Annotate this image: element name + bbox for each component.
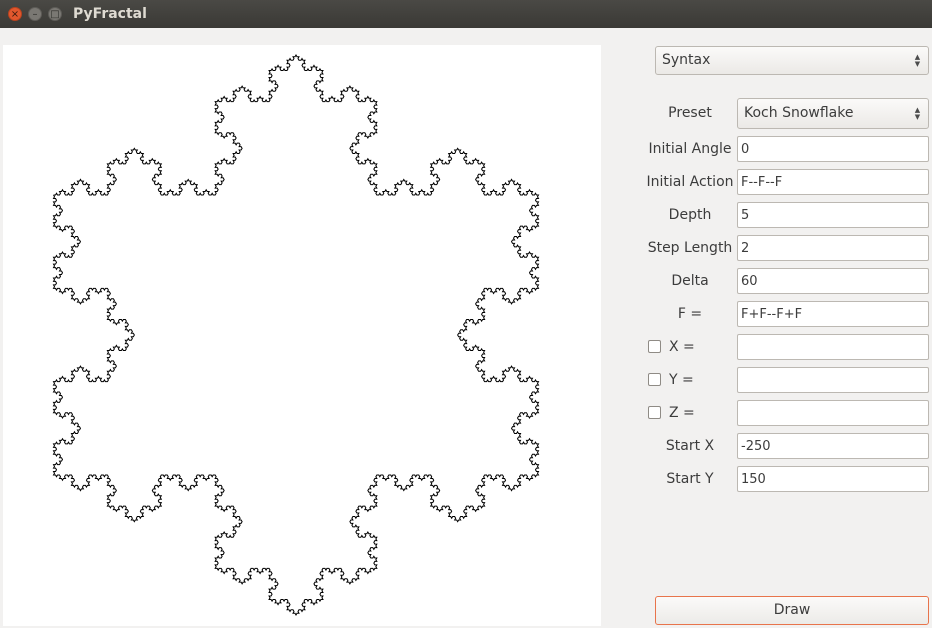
maximize-icon[interactable]: □: [48, 7, 62, 21]
close-icon[interactable]: ×: [8, 7, 22, 21]
updown-chevron-icon: ▲ ▼: [914, 53, 921, 68]
minimize-icon[interactable]: –: [28, 7, 42, 21]
f-rule-label: F =: [677, 306, 703, 322]
preset-select-value: Koch Snowflake: [744, 105, 854, 121]
preset-select[interactable]: Koch Snowflake ▲ ▼: [737, 98, 929, 129]
z-rule-input[interactable]: [737, 400, 929, 426]
initial-action-label: Initial Action: [646, 174, 734, 190]
y-rule-input[interactable]: [737, 367, 929, 393]
window-title: PyFractal: [73, 6, 147, 22]
initial-angle-label: Initial Angle: [648, 141, 732, 157]
initial-action-input[interactable]: [737, 169, 929, 195]
fractal-canvas: [3, 45, 601, 626]
step-length-label: Step Length: [647, 240, 733, 256]
start-y-label: Start Y: [666, 471, 714, 487]
delta-label: Delta: [671, 273, 709, 289]
window-titlebar: × – □ PyFractal: [0, 0, 932, 28]
mode-select[interactable]: Syntax ▲ ▼: [655, 46, 929, 75]
step-length-input[interactable]: [737, 235, 929, 261]
preset-label: Preset: [668, 105, 712, 121]
start-x-input[interactable]: [737, 433, 929, 459]
z-rule-label: Z =: [669, 405, 695, 421]
f-rule-input[interactable]: [737, 301, 929, 327]
y-rule-checkbox[interactable]: [648, 373, 661, 386]
mode-select-value: Syntax: [662, 52, 711, 68]
delta-input[interactable]: [737, 268, 929, 294]
depth-label: Depth: [668, 207, 712, 223]
x-rule-checkbox[interactable]: [648, 340, 661, 353]
koch-snowflake-drawing: [52, 54, 540, 616]
updown-chevron-icon: ▲ ▼: [914, 106, 921, 121]
draw-button[interactable]: Draw: [655, 596, 929, 625]
start-y-input[interactable]: [737, 466, 929, 492]
z-rule-checkbox[interactable]: [648, 406, 661, 419]
koch-snowflake-path: [52, 54, 540, 616]
initial-angle-input[interactable]: [737, 136, 929, 162]
start-x-label: Start X: [665, 438, 715, 454]
x-rule-label: X =: [669, 339, 695, 355]
x-rule-input[interactable]: [737, 334, 929, 360]
y-rule-label: Y =: [669, 372, 694, 388]
depth-input[interactable]: [737, 202, 929, 228]
